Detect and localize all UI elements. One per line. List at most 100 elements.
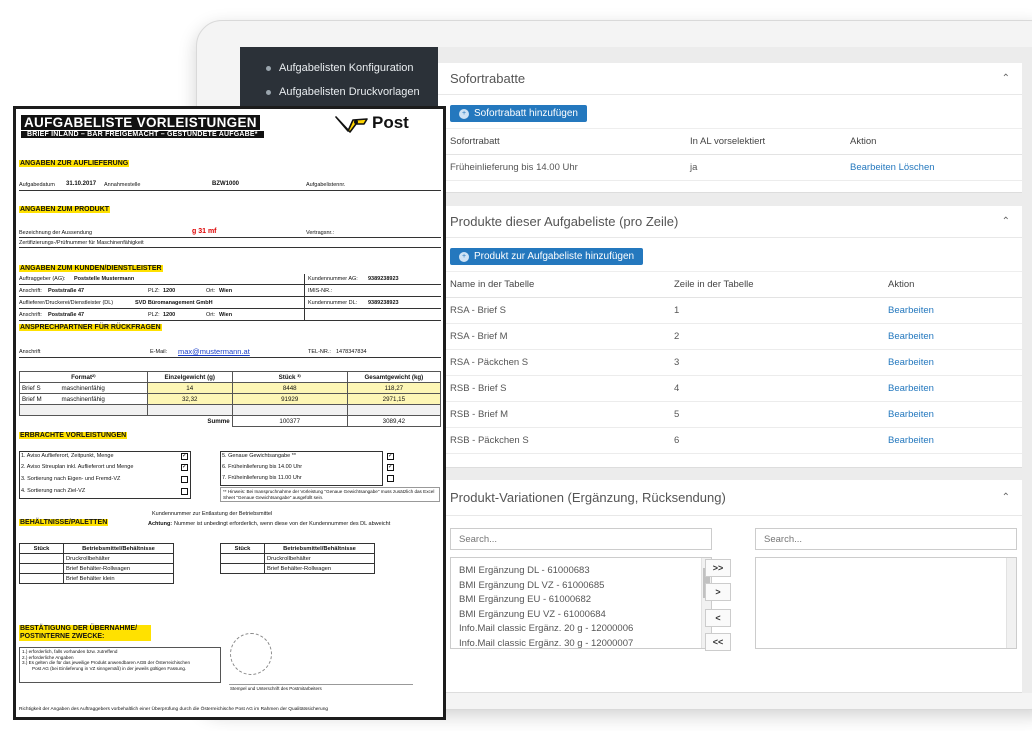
vorleistung-item: 1. Aviso Auflieferort, Zeitpunkt, Menge [21, 453, 114, 459]
checkbox[interactable] [387, 475, 394, 482]
footnote: Post AG (bei Einlieferung in VZ sinngemä… [32, 665, 187, 671]
edit-link[interactable]: Bearbeiten [888, 435, 934, 446]
column-header: Aktion [838, 128, 1022, 155]
chevron-up-icon[interactable]: ⌃ [1002, 492, 1010, 503]
sidebar-item-konfiguration[interactable]: Aufgabelisten Konfiguration [240, 56, 438, 80]
list-item[interactable]: Info.Mail classic Ergänz. 30 g - 1200000… [451, 637, 711, 649]
table-row: RSB - Päckchen S 6 Bearbeiten [438, 427, 1022, 454]
search-input-selected[interactable] [755, 528, 1017, 550]
table-row: Druckrollbehälter [19, 553, 174, 564]
plz-label: PLZ: [148, 288, 160, 294]
cell-line: 3 [662, 349, 876, 376]
panel-variationen: Produkt-Variationen (Ergänzung, Rücksend… [438, 480, 1022, 693]
list-item[interactable]: Info.Mail classic Ergänz. 20 g - 1200000… [451, 622, 711, 637]
table-row: Früheinlieferung bis 14.00 Uhr ja Bearbe… [438, 154, 1022, 181]
anschrift-value: Poststraße 47 [48, 288, 85, 294]
table-row: RSB - Brief S 4 Bearbeiten [438, 375, 1022, 402]
checkbox[interactable]: ✓ [387, 464, 394, 471]
panel-title: Sofortrabatte [450, 71, 526, 86]
cell-total: 2971,15 [346, 393, 442, 405]
cell-total: 118,27 [346, 382, 442, 394]
annahmestelle-value: BZW1000 [212, 181, 240, 187]
aufgabeliste-form: AUFGABELISTE VORLEISTUNGEN BRIEF INLAND … [13, 106, 446, 720]
list-item[interactable]: BMI Ergänzung EU VZ - 61000684 [451, 608, 711, 623]
edit-link[interactable]: Bearbeiten [888, 331, 934, 342]
kundennummer-ag-label: Kundennummer AG: [308, 276, 358, 282]
section-kunden: ANGABEN ZUM KUNDEN/DIENSTLEISTER [19, 265, 163, 272]
kundennummer-dl-label: Kundennummer DL: [308, 300, 358, 306]
edit-link[interactable]: Bearbeiten [888, 409, 934, 420]
footnote: 3.) Es gelten die für das jeweilige Prod… [22, 660, 191, 666]
cell-pieces: 91929 [231, 393, 348, 405]
email-label: E-Mail: [150, 349, 168, 355]
produkte-table: Name in der Tabelle Zeile in der Tabelle… [438, 271, 1022, 454]
panel-header[interactable]: Produkt-Variationen (Ergänzung, Rücksend… [438, 480, 1022, 516]
ort-value: Wien [219, 312, 233, 318]
scrollbar[interactable] [1006, 558, 1016, 648]
column-header: Stück [19, 543, 64, 554]
chevron-up-icon[interactable]: ⌃ [1002, 73, 1010, 84]
table-header-row: Stück Betriebsmittel/Behältnisse [220, 543, 375, 554]
behaeltnisse-table-left: Stück Betriebsmittel/Behältnisse Druckro… [19, 543, 174, 584]
list-item[interactable]: BMI Ergänzung EU - 61000682 [451, 593, 711, 608]
panel-header[interactable]: Produkte dieser Aufgabeliste (pro Zeile)… [438, 206, 1022, 238]
checkbox[interactable] [181, 488, 188, 495]
vorleistung-item: 6. Früheinlieferung bis 14.00 Uhr [222, 464, 303, 470]
panel-produkte: Produkte dieser Aufgabeliste (pro Zeile)… [438, 206, 1022, 468]
edit-link[interactable]: Bearbeiten [888, 357, 934, 368]
add-sofortrabatt-button[interactable]: + Sofortrabatt hinzufügen [450, 105, 587, 122]
checkbox[interactable]: ✓ [387, 453, 394, 460]
edit-link[interactable]: Bearbeiten [850, 162, 896, 173]
table-row: RSB - Brief M 5 Bearbeiten [438, 401, 1022, 428]
aufgabelistennr-label: Aufgabelistennr. [306, 182, 346, 188]
cell-behaeltnis: Brief Behälter-Rollwagen [63, 563, 174, 574]
cell-weight: 32,32 [146, 393, 233, 405]
anschrift-label: Anschrift: [19, 288, 42, 294]
cell-behaeltnis: Brief Behälter klein [63, 573, 174, 584]
cell-actions: Bearbeiten Löschen [838, 154, 1022, 181]
checkbox[interactable]: ✓ [181, 453, 188, 460]
checkbox[interactable]: ✓ [181, 464, 188, 471]
panel-header[interactable]: Sofortrabatte ⌃ [438, 63, 1022, 95]
chevron-up-icon[interactable]: ⌃ [1002, 216, 1010, 227]
move-all-left-button[interactable]: << [705, 633, 731, 651]
cell-name: Früheinlieferung bis 14.00 Uhr [438, 154, 678, 181]
search-input-available[interactable] [450, 528, 712, 550]
stempel-label: Stempel und Unterschrift des Postmitarbe… [230, 686, 322, 691]
divider [19, 320, 441, 321]
list-item[interactable]: BMI Ergänzung DL - 61000683 [451, 564, 711, 579]
button-label: Sofortrabatt hinzufügen [474, 108, 578, 119]
sidebar-item-label: Aufgabelisten Druckvorlagen [279, 86, 420, 98]
tel-label: TEL-NR.: [308, 349, 331, 355]
anschrift-label: Anschrift: [19, 312, 42, 318]
edit-link[interactable]: Bearbeiten [888, 383, 934, 394]
email-value[interactable]: max@mustermann.at [178, 347, 250, 356]
add-produkt-button[interactable]: + Produkt zur Aufgabeliste hinzufügen [450, 248, 644, 265]
kundennummer-dl-value: 9389238923 [368, 300, 399, 306]
cell-name: RSA - Brief M [438, 323, 662, 350]
row-label: Brief S [19, 382, 60, 394]
ansprech-anschrift-label: Anschrift [19, 349, 41, 355]
column-header: Einzelgewicht (g) [146, 371, 233, 383]
checkbox[interactable] [181, 476, 188, 483]
move-left-button[interactable]: < [705, 609, 731, 627]
vorleistung-item: 4. Sortierung nach Ziel-VZ [21, 488, 86, 494]
delete-link[interactable]: Löschen [899, 162, 935, 173]
list-item[interactable]: BMI Ergänzung DL VZ - 61000685 [451, 579, 711, 594]
edit-link[interactable]: Bearbeiten [888, 305, 934, 316]
divider [19, 296, 441, 297]
kundennummer-entlastung: Kundennummer zur Entlastung der Betriebs… [152, 511, 273, 517]
achtung-text: Nummer ist unbedingt erforderlich, wenn … [174, 521, 391, 527]
selected-variations-list[interactable] [755, 557, 1017, 649]
auflieferer-value: SVD Büromanagement GmbH [135, 300, 213, 306]
cell-pieces: 8448 [231, 382, 348, 394]
sidebar-item-druckvorlagen[interactable]: Aufgabelisten Druckvorlagen [240, 80, 438, 104]
move-all-right-button[interactable]: >> [705, 559, 731, 577]
available-variations-list[interactable]: BMI Ergänzung DL - 61000683 BMI Ergänzun… [450, 557, 712, 649]
move-right-button[interactable]: > [705, 583, 731, 601]
table-header-row: Stück Betriebsmittel/Behältnisse [19, 543, 174, 554]
footnotes-box: 1.) erforderlich, falls vorhanden bzw. z… [19, 647, 221, 683]
aufgabedatum-value: 31.10.2017 [66, 181, 97, 187]
table-row: Brief M maschinenfähig 32,32 91929 2971,… [19, 393, 442, 405]
plz-value: 1200 [163, 288, 176, 294]
